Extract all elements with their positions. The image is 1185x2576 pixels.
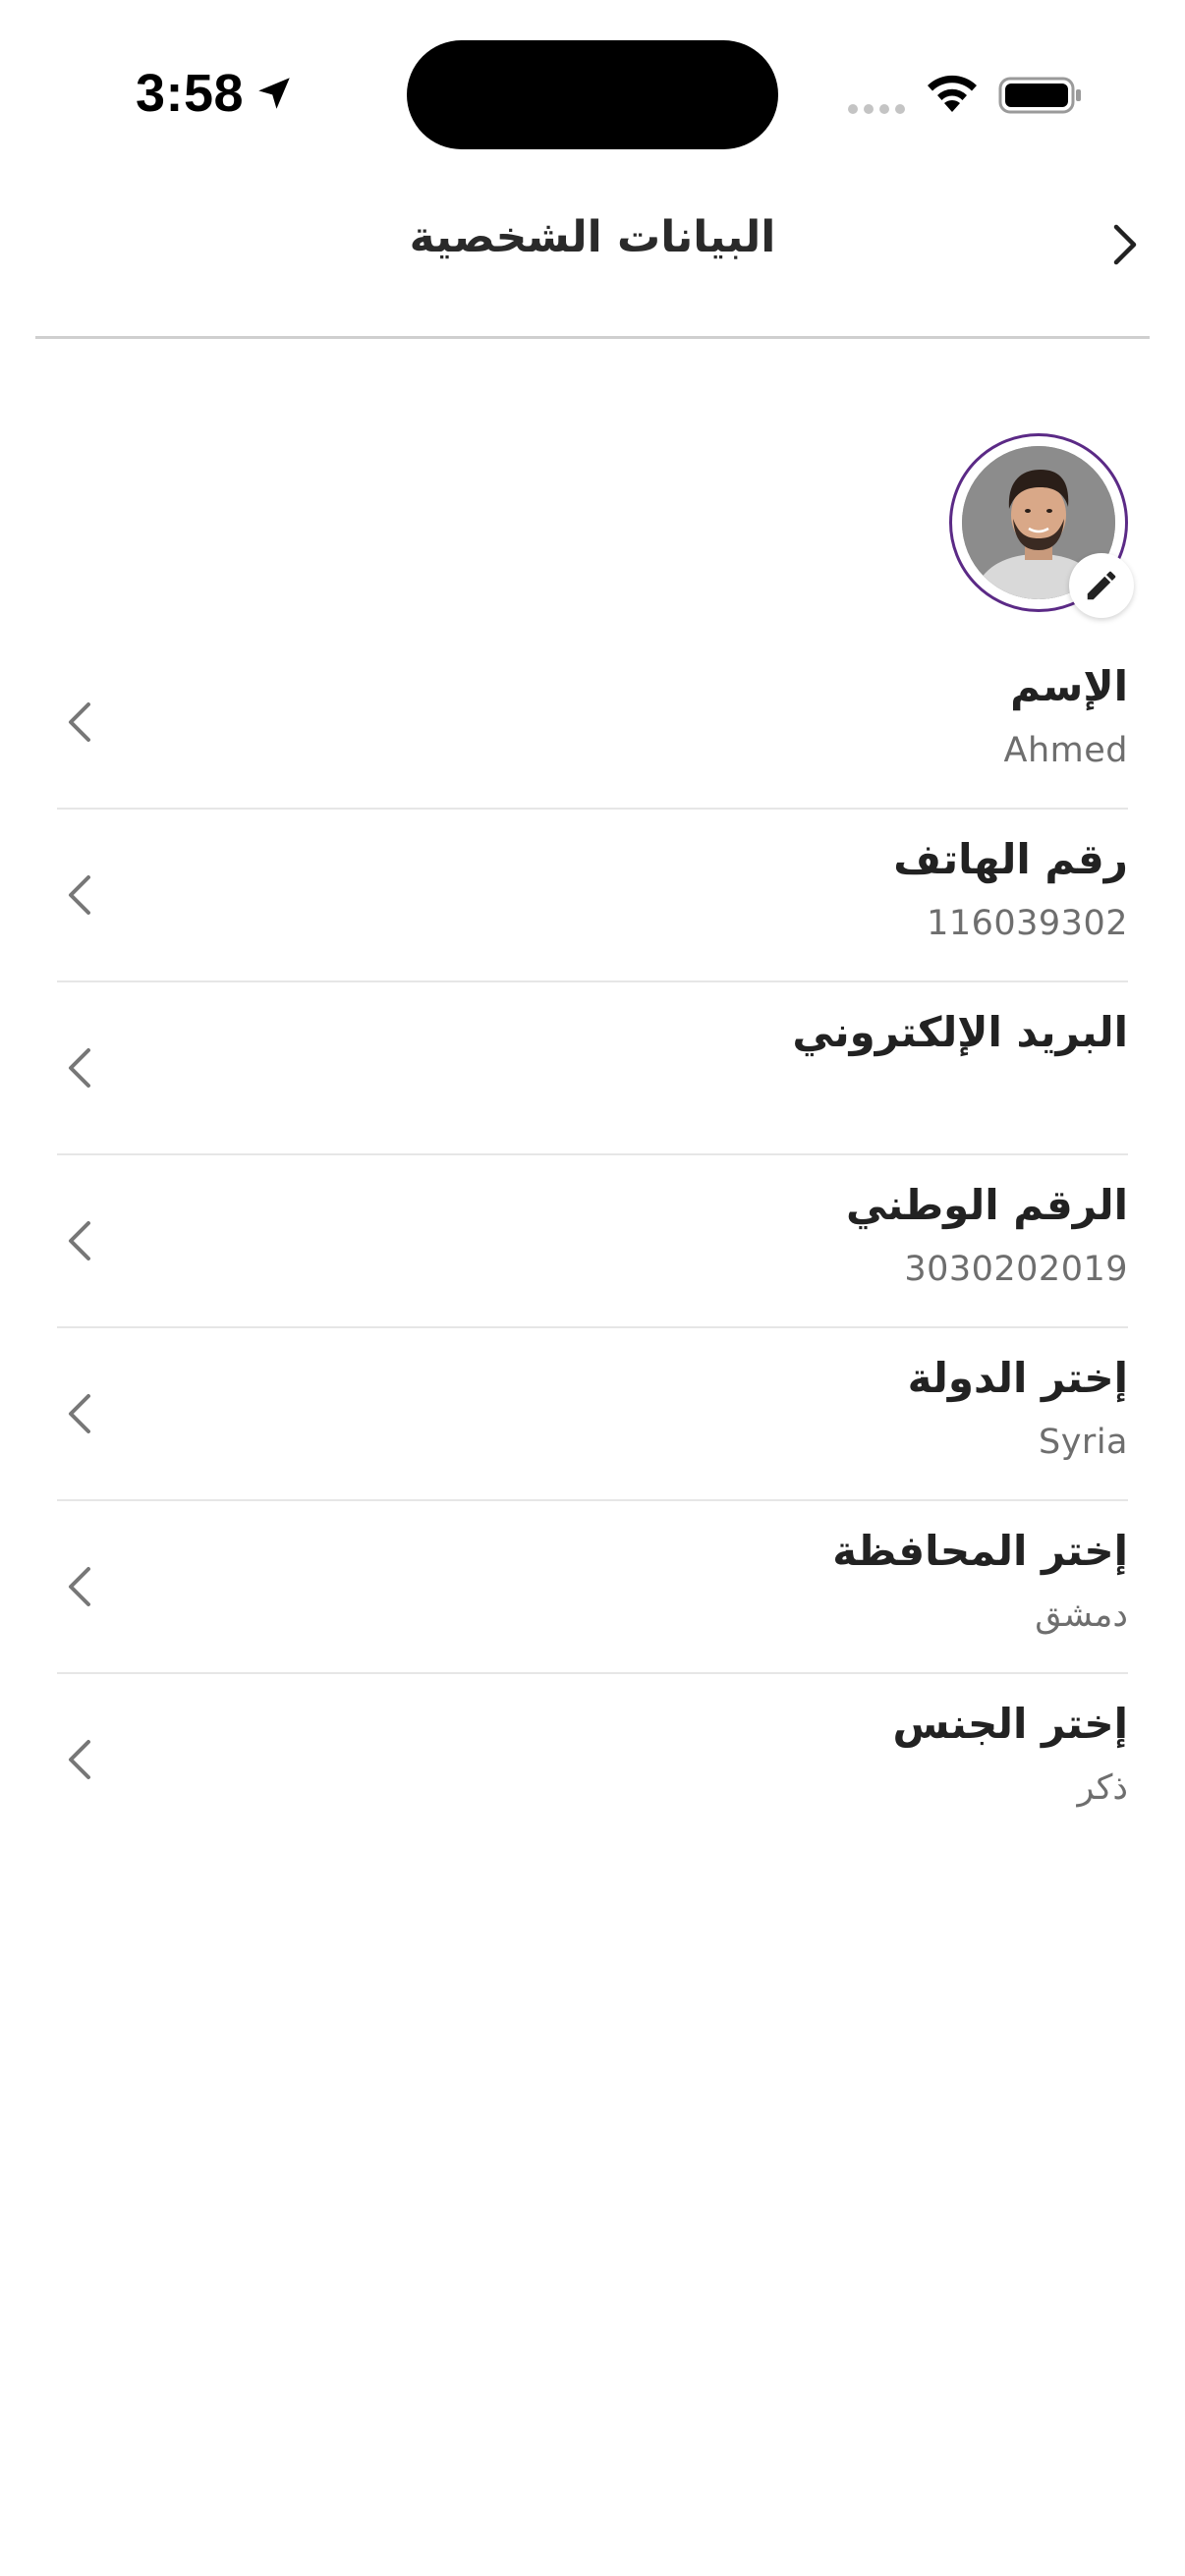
field-row-email[interactable]: البريد الإلكتروني: [57, 982, 1128, 1155]
personal-info-list: الإسم Ahmed رقم الهاتف 116039302 البريد …: [57, 637, 1128, 1845]
chevron-left-icon: [57, 1383, 102, 1444]
field-value: Syria: [1039, 1423, 1128, 1462]
field-row-name[interactable]: الإسم Ahmed: [57, 637, 1128, 810]
field-label: إختر الجنس: [892, 1700, 1128, 1748]
field-value: Ahmed: [1003, 731, 1128, 770]
location-arrow-icon: [258, 78, 290, 109]
field-row-phone[interactable]: رقم الهاتف 116039302: [57, 810, 1128, 982]
field-value: دمشق: [1035, 1596, 1128, 1635]
dynamic-island: [407, 40, 778, 149]
field-label: إختر المحافظة: [832, 1527, 1128, 1575]
pencil-icon: [1087, 571, 1116, 600]
nav-header: البيانات الشخصية: [0, 167, 1185, 336]
chevron-left-icon: [57, 1210, 102, 1271]
chevron-left-icon: [57, 692, 102, 753]
chevron-left-icon: [57, 1037, 102, 1098]
wifi-icon: [928, 75, 977, 112]
field-label: الإسم: [1010, 662, 1128, 710]
chevron-left-icon: [57, 1556, 102, 1617]
field-value: 116039302: [927, 904, 1128, 943]
field-value: 3030202019: [904, 1250, 1128, 1289]
field-row-governorate[interactable]: إختر المحافظة دمشق: [57, 1501, 1128, 1674]
field-label: إختر الدولة: [907, 1354, 1128, 1402]
field-label: الرقم الوطني: [845, 1181, 1128, 1229]
cellular-signal-icon: [848, 104, 905, 114]
battery-icon: [998, 77, 1081, 114]
chevron-left-icon: [57, 1729, 102, 1790]
page-title: البيانات الشخصية: [409, 212, 776, 262]
field-row-national-id[interactable]: الرقم الوطني 3030202019: [57, 1155, 1128, 1328]
field-label: البريد الإلكتروني: [792, 1008, 1128, 1056]
field-row-country[interactable]: إختر الدولة Syria: [57, 1328, 1128, 1501]
back-button[interactable]: [1091, 210, 1159, 279]
chevron-right-icon: [1113, 224, 1137, 265]
edit-photo-button[interactable]: [1069, 553, 1134, 618]
status-time: 3:58: [136, 64, 245, 123]
header-divider: [35, 336, 1150, 339]
field-value: ذكر: [1077, 1768, 1128, 1808]
field-label: رقم الهاتف: [893, 835, 1128, 883]
chevron-left-icon: [57, 865, 102, 925]
status-bar: 3:58: [0, 0, 1185, 167]
field-row-gender[interactable]: إختر الجنس ذكر: [57, 1674, 1128, 1845]
